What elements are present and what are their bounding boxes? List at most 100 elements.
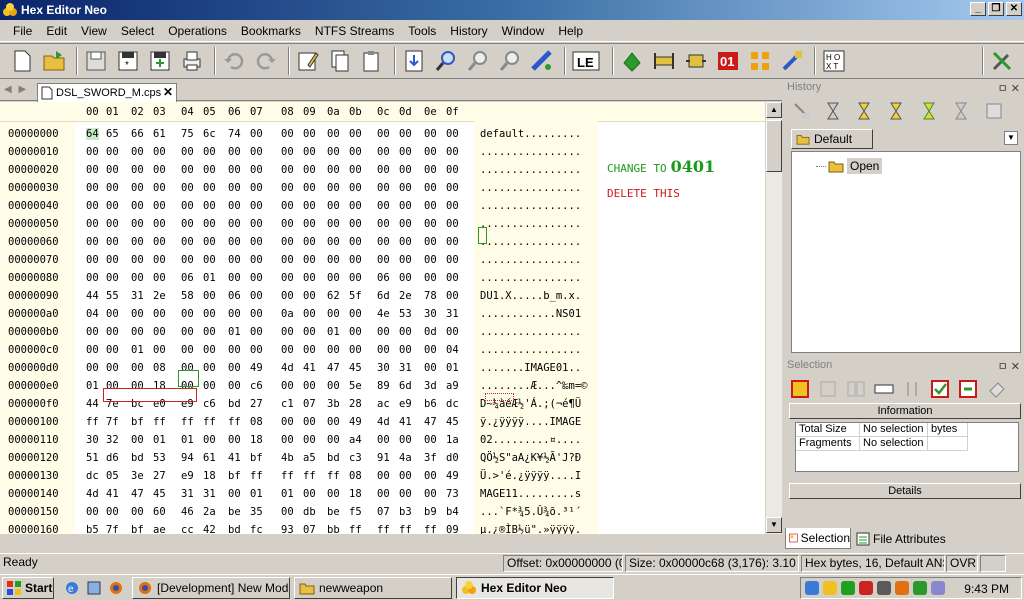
hex-byte[interactable]: 00 — [327, 128, 340, 140]
ie-quicklaunch-icon[interactable]: e — [64, 580, 80, 596]
hex-byte[interactable]: 00 — [86, 164, 99, 176]
hex-byte[interactable]: ff — [327, 470, 340, 482]
ascii-text[interactable]: ................ — [480, 344, 581, 356]
hex-byte[interactable]: 00 — [281, 506, 294, 518]
hex-byte[interactable]: ff — [228, 416, 241, 428]
hex-byte[interactable]: 00 — [303, 308, 316, 320]
hex-byte[interactable]: 47 — [424, 416, 437, 428]
hex-byte[interactable]: bd — [228, 524, 241, 534]
menu-ntfs-streams[interactable]: NTFS Streams — [308, 22, 401, 40]
hex-row[interactable]: 00000140 4d 41 47 45 31 31 00 01 01 00 00 18 00 00 00 73… — [0, 485, 600, 503]
hex-byte[interactable]: 00 — [377, 434, 390, 446]
hex-byte[interactable]: 4a — [399, 452, 412, 464]
hex-byte[interactable]: 00 — [106, 182, 119, 194]
hex-byte[interactable]: 00 — [203, 344, 216, 356]
hex-byte[interactable]: 00 — [424, 488, 437, 500]
maximize-button[interactable]: ❐ — [988, 2, 1004, 16]
hex-byte[interactable]: 31 — [446, 308, 459, 320]
hex-byte[interactable]: 00 — [281, 272, 294, 284]
history-tool-icon[interactable] — [789, 98, 815, 124]
hex-byte[interactable]: ff — [203, 416, 216, 428]
ascii-text[interactable]: ................ — [480, 272, 581, 284]
hex-byte[interactable]: 00 — [153, 272, 166, 284]
hex-row[interactable]: 00000070 00 00 00 00 00 00 00 00 00 00 00 00 00 00 00 00… — [0, 251, 600, 269]
hex-byte[interactable]: 45 — [446, 416, 459, 428]
hex-byte[interactable]: 00 — [86, 506, 99, 518]
hex-byte[interactable]: 00 — [424, 200, 437, 212]
hex-byte[interactable]: 00 — [250, 218, 263, 230]
copy-icon[interactable] — [326, 47, 354, 75]
hex-byte[interactable]: 01 — [86, 380, 99, 392]
hex-byte[interactable]: 07 — [303, 398, 316, 410]
ascii-text[interactable]: ÿ.¿ÿÿÿÿ....IMAGE — [480, 416, 581, 428]
save-icon[interactable]: * — [114, 47, 142, 75]
hex-byte[interactable]: 00 — [399, 146, 412, 158]
hex-view[interactable]: 00 01 02 03 04 05 06 07 08 09 0a 0b 0c 0d 0e 0f 0000000… — [0, 102, 765, 534]
hex-byte[interactable]: 3d — [424, 380, 437, 392]
hex-byte[interactable]: bd — [228, 398, 241, 410]
hex-byte[interactable]: ff — [86, 416, 99, 428]
hex-byte[interactable]: 00 — [181, 236, 194, 248]
ascii-text[interactable]: ............NS01 — [480, 308, 581, 320]
find-next-icon[interactable] — [464, 47, 492, 75]
hex-row[interactable]: 00000010 00 00 00 00 00 00 00 00 00 00 00 00 00 00 00 00… — [0, 143, 600, 161]
tab-selection[interactable]: Selection — [785, 528, 851, 549]
hex-byte[interactable]: 00 — [377, 128, 390, 140]
ascii-text[interactable]: ................ — [480, 200, 581, 212]
hex-byte[interactable]: 00 — [281, 146, 294, 158]
hex-byte[interactable]: 00 — [228, 272, 241, 284]
hex-byte[interactable]: bf — [131, 416, 144, 428]
hex-byte[interactable]: 00 — [446, 218, 459, 230]
hex-byte[interactable]: 5e — [349, 380, 362, 392]
hex-byte[interactable]: 00 — [250, 236, 263, 248]
hex-byte[interactable]: 00 — [349, 236, 362, 248]
hex-row[interactable]: 00000020 00 00 00 00 00 00 00 00 00 00 00 00 00 00 00 00… — [0, 161, 600, 179]
paste-icon[interactable] — [358, 47, 386, 75]
hex-byte[interactable]: c3 — [349, 452, 362, 464]
hex-byte[interactable]: 00 — [250, 200, 263, 212]
hex-byte[interactable]: 00 — [303, 344, 316, 356]
hex-byte[interactable]: 00 — [181, 164, 194, 176]
hex-row[interactable]: 00000090 44 55 31 2e 58 00 06 00 00 00 62 5f 6d 2e 78 00… — [0, 287, 600, 305]
hex-byte[interactable]: 00 — [349, 218, 362, 230]
hex-byte[interactable]: 06 — [377, 272, 390, 284]
select-grid-icon[interactable] — [789, 378, 811, 400]
hex-byte[interactable]: 0a — [281, 308, 294, 320]
selection-panel-pin-close[interactable]: ㅁ ✕ — [998, 358, 1020, 374]
hex-byte[interactable]: 00 — [203, 290, 216, 302]
menu-view[interactable]: View — [74, 22, 114, 40]
ascii-text[interactable]: Ü.>'é.¿ÿÿÿÿ....I — [480, 470, 581, 482]
hex-byte[interactable]: 06 — [181, 272, 194, 284]
hex-byte[interactable]: 49 — [446, 470, 459, 482]
hex-byte[interactable]: 00 — [131, 434, 144, 446]
hex-byte[interactable]: 00 — [228, 344, 241, 356]
hex-byte[interactable]: 49 — [250, 362, 263, 374]
hex-byte[interactable]: 00 — [153, 236, 166, 248]
hex-byte[interactable]: 2a — [203, 506, 216, 518]
hex-byte[interactable]: ac — [377, 398, 390, 410]
hex-byte[interactable]: 00 — [250, 146, 263, 158]
hex-byte[interactable]: 47 — [327, 362, 340, 374]
hex-byte[interactable]: 00 — [424, 218, 437, 230]
close-button[interactable]: ✕ — [1006, 2, 1022, 16]
hex-byte[interactable]: 6d — [377, 290, 390, 302]
tools-icon[interactable] — [988, 47, 1016, 75]
hex-byte[interactable]: 00 — [86, 146, 99, 158]
hex-byte[interactable]: 66 — [131, 128, 144, 140]
hex-grid-icon[interactable]: H OX T — [820, 47, 848, 75]
hex-byte[interactable]: 4d — [281, 362, 294, 374]
hex-byte[interactable]: 00 — [106, 218, 119, 230]
hex-byte[interactable]: 00 — [327, 236, 340, 248]
hex-byte[interactable]: 07 — [377, 506, 390, 518]
history-redo-group-icon[interactable] — [885, 98, 911, 124]
task-firefox[interactable]: [Development] New Modi... — [132, 577, 290, 599]
scroll-up-icon[interactable]: ▲ — [766, 102, 782, 118]
hex-byte[interactable]: 00 — [228, 380, 241, 392]
hex-byte[interactable]: 2e — [399, 290, 412, 302]
hex-byte[interactable]: dc — [446, 398, 459, 410]
hex-byte[interactable]: 00 — [250, 326, 263, 338]
hex-byte[interactable]: 00 — [327, 254, 340, 266]
hex-byte[interactable]: ff — [303, 470, 316, 482]
hex-byte[interactable]: fc — [250, 524, 263, 534]
hex-byte[interactable]: b9 — [424, 506, 437, 518]
